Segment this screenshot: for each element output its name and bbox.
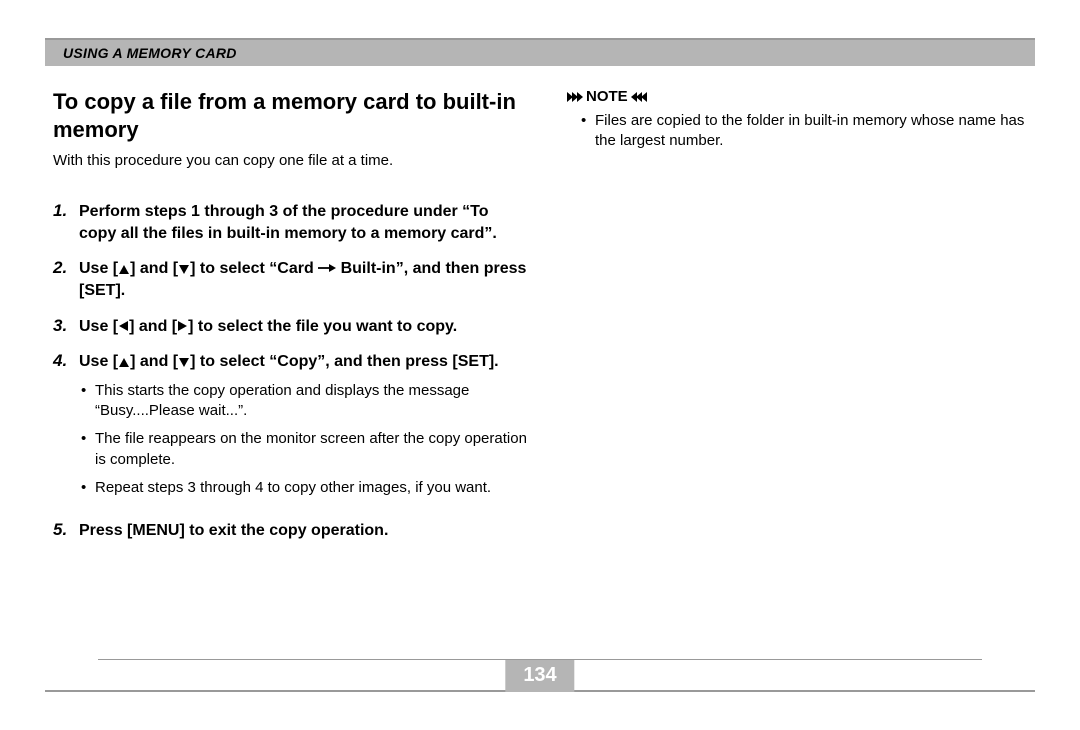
step-text: Use [] and [] to select “Copy”, and then… — [79, 351, 527, 373]
step-text: Use [] and [] to select the file you wan… — [79, 316, 527, 338]
step-3: 3. Use [] and [] to select the file you … — [53, 316, 527, 338]
page-number-wrap: 134 — [505, 660, 574, 692]
up-arrow-icon — [119, 265, 129, 274]
header-title: USING A MEMORY CARD — [63, 45, 237, 61]
step-5: 5. Press [MENU] to exit the copy operati… — [53, 520, 527, 542]
right-column: NOTE • Files are copied to the folder in… — [567, 88, 1027, 556]
content-area: To copy a file from a memory card to bui… — [45, 66, 1035, 556]
right-arrow-icon — [318, 258, 336, 280]
step-number: 3. — [53, 316, 79, 338]
note-bullet-list: • Files are copied to the folder in buil… — [567, 111, 1027, 152]
header-bar: USING A MEMORY CARD — [45, 40, 1035, 66]
step-text: Perform steps 1 through 3 of the procedu… — [79, 201, 527, 244]
note-arrows-left-icon — [632, 92, 647, 102]
note-label: NOTE — [586, 88, 628, 105]
bullet-icon: • — [581, 111, 595, 152]
step-body: Perform steps 1 through 3 of the procedu… — [79, 201, 527, 244]
step-1: 1. Perform steps 1 through 3 of the proc… — [53, 201, 527, 244]
step-number: 2. — [53, 258, 79, 301]
section-title: To copy a file from a memory card to bui… — [53, 88, 527, 143]
step-body: Use [] and [] to select the file you wan… — [79, 316, 527, 338]
step-2: 2. Use [] and [] to select “Card Built-i… — [53, 258, 527, 301]
left-arrow-icon — [119, 321, 128, 331]
up-arrow-icon — [119, 358, 129, 367]
step-body: Use [] and [] to select “Card Built-in”,… — [79, 258, 527, 301]
down-arrow-icon — [179, 265, 189, 274]
down-arrow-icon — [179, 358, 189, 367]
note-arrows-right-icon — [567, 92, 582, 102]
sub-bullet: • Repeat steps 3 through 4 to copy other… — [81, 478, 527, 498]
page-frame: USING A MEMORY CARD To copy a file from … — [45, 38, 1035, 692]
step-4: 4. Use [] and [] to select “Copy”, and t… — [53, 351, 527, 506]
intro-text: With this procedure you can copy one fil… — [53, 151, 527, 171]
step-body: Use [] and [] to select “Copy”, and then… — [79, 351, 527, 506]
bullet-icon: • — [81, 429, 95, 470]
right-arrow-icon — [178, 321, 187, 331]
note-header: NOTE — [567, 88, 1027, 105]
step-text: Use [] and [] to select “Card Built-in”,… — [79, 258, 527, 301]
step-4-sub-list: • This starts the copy operation and dis… — [79, 381, 527, 498]
page-number: 134 — [505, 660, 574, 692]
note-bullet: • Files are copied to the folder in buil… — [581, 111, 1027, 152]
sub-bullet: • The file reappears on the monitor scre… — [81, 429, 527, 470]
step-number: 4. — [53, 351, 79, 506]
step-body: Press [MENU] to exit the copy operation. — [79, 520, 527, 542]
left-column: To copy a file from a memory card to bui… — [53, 88, 527, 556]
step-number: 5. — [53, 520, 79, 542]
steps-list: 1. Perform steps 1 through 3 of the proc… — [53, 201, 527, 541]
step-text: Press [MENU] to exit the copy operation. — [79, 520, 527, 542]
step-number: 1. — [53, 201, 79, 244]
sub-bullet: • This starts the copy operation and dis… — [81, 381, 527, 422]
bullet-icon: • — [81, 478, 95, 498]
bullet-icon: • — [81, 381, 95, 422]
